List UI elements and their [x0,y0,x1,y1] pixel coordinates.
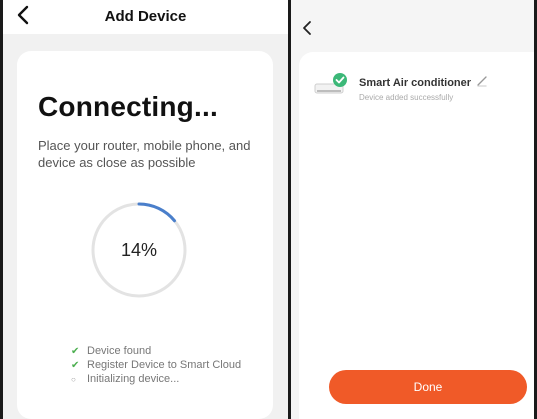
connecting-screen: Add Device Connecting... Place your rout… [3,0,288,419]
placement-instruction: Place your router, mobile phone, and dev… [38,138,251,170]
step-label: Device found [87,345,152,357]
pencil-icon[interactable] [476,75,488,87]
step-register-cloud: ✔ Register Device to Smart Cloud [71,358,241,372]
screenshot-frame: Add Device Connecting... Place your rout… [0,0,537,419]
step-label: Register Device to Smart Cloud [87,359,242,371]
connecting-card: Connecting... Place your router, mobile … [17,51,273,419]
header-bar: Add Device [3,0,288,34]
device-added-screen: Smart Air conditioner Device added succe… [291,0,534,419]
step-device-found: ✔ Device found [71,344,241,358]
step-initializing: ○ Initializing device... [71,372,241,386]
page-title: Add Device [104,8,187,25]
check-icon: ✔ [71,359,80,371]
chevron-left-icon [303,21,311,35]
connection-steps: ✔ Device found ✔ Register Device to Smar… [71,344,241,386]
done-button[interactable]: Done [329,370,527,404]
device-name: Smart Air conditioner [359,77,472,89]
step-label: Initializing device... [87,373,180,385]
device-status-text: Device added successfully [359,93,454,102]
air-conditioner-icon [314,73,347,94]
connecting-heading: Connecting... [38,91,218,122]
device-added-card: Smart Air conditioner Device added succe… [299,52,534,419]
check-icon: ✔ [71,345,80,357]
back-button[interactable] [302,20,318,40]
progress-percent: 14% [120,239,158,260]
circle-outline-icon: ○ [71,374,76,384]
